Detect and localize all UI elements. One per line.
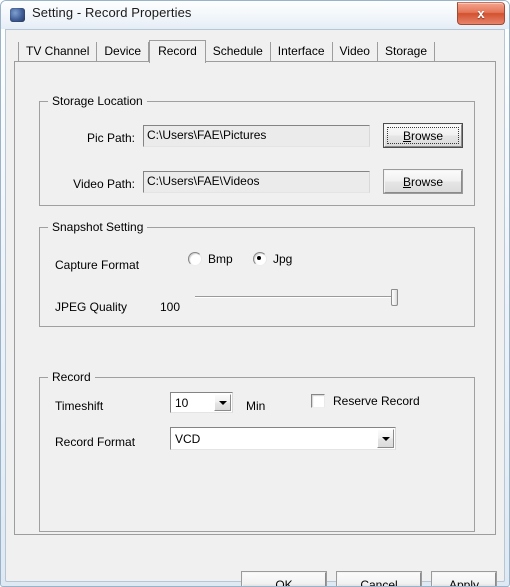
reserve-record-label: Reserve Record <box>333 394 420 408</box>
accel-char: B <box>402 174 411 189</box>
radio-button-icon <box>253 252 267 266</box>
pic-path-label: Pic Path: <box>86 131 135 145</box>
close-icon: x <box>477 6 485 21</box>
video-path-label: Video Path: <box>73 177 135 191</box>
record-format-combo[interactable]: VCD <box>170 427 396 450</box>
jpeg-quality-value: 100 <box>160 300 181 314</box>
dialog-client-area: TV Channel Device Record Schedule Interf… <box>5 29 505 586</box>
cancel-button[interactable]: Cancel <box>337 572 421 587</box>
snapshot-setting-legend: Snapshot Setting <box>48 220 148 234</box>
tab-storage[interactable]: Storage <box>377 42 436 61</box>
record-tab-panel: Storage Location Pic Path: C:\Users\FAE\… <box>14 61 496 535</box>
tab-device[interactable]: Device <box>97 42 150 61</box>
capture-format-label: Capture Format <box>55 258 140 272</box>
settings-dialog-window: Setting - Record Properties x TV Channel… <box>0 0 510 587</box>
title-bar: Setting - Record Properties x <box>1 1 509 29</box>
apply-button[interactable]: Apply <box>432 572 496 587</box>
accel-char: A <box>448 577 457 587</box>
browse-rest: rowse <box>411 128 444 143</box>
checkbox-icon <box>311 394 325 408</box>
timeshift-value: 10 <box>175 395 189 410</box>
slider-track <box>195 296 398 298</box>
cancel-label: Cancel <box>360 577 398 587</box>
record-format-label: Record Format <box>55 435 136 449</box>
jpeg-quality-label: JPEG Quality <box>55 300 128 314</box>
radio-button-icon <box>188 252 202 266</box>
radio-capture-format-jpg[interactable]: Jpg <box>253 252 292 266</box>
tab-strip: TV Channel Device Record Schedule Interf… <box>18 40 436 63</box>
radio-capture-format-bmp[interactable]: Bmp <box>188 252 233 266</box>
storage-location-legend: Storage Location <box>48 94 147 108</box>
ok-button[interactable]: OK <box>242 572 326 587</box>
tab-tv-channel[interactable]: TV Channel <box>18 42 98 61</box>
pic-path-browse-label: Browse <box>385 129 461 143</box>
video-path-input[interactable]: C:\Users\FAE\Videos <box>143 171 370 193</box>
timeshift-label: Timeshift <box>55 399 104 413</box>
radio-label: Bmp <box>208 252 233 266</box>
apply-label: Apply <box>433 578 495 587</box>
tab-label: Storage <box>384 44 428 58</box>
ok-label: OK <box>275 577 293 587</box>
app-icon <box>10 8 25 22</box>
window-title: Setting - Record Properties <box>32 5 192 20</box>
tab-video[interactable]: Video <box>332 42 378 61</box>
close-button[interactable]: x <box>457 2 505 25</box>
tab-label: Device <box>104 44 142 58</box>
slider-thumb[interactable] <box>391 289 398 306</box>
video-path-browse-label: Browse <box>385 175 461 189</box>
tab-label: Interface <box>277 44 325 58</box>
tab-label: TV Channel <box>26 44 90 58</box>
tab-label: Video <box>339 44 370 58</box>
radio-label: Jpg <box>273 252 293 266</box>
accel-char: B <box>402 128 411 143</box>
record-format-value: VCD <box>175 431 201 446</box>
apply-rest: pply <box>457 577 480 587</box>
tab-interface[interactable]: Interface <box>270 42 333 61</box>
tab-schedule[interactable]: Schedule <box>205 42 271 61</box>
pic-path-browse-button[interactable]: Browse <box>384 124 462 147</box>
timeshift-unit-label: Min <box>246 399 266 413</box>
jpeg-quality-slider[interactable] <box>195 289 398 306</box>
tab-label: Record <box>158 44 197 58</box>
video-path-browse-button[interactable]: Browse <box>384 170 462 193</box>
reserve-record-checkbox[interactable]: Reserve Record <box>311 394 420 408</box>
tab-label: Schedule <box>212 44 263 58</box>
tab-record[interactable]: Record <box>149 40 206 63</box>
chevron-down-icon[interactable] <box>377 429 394 448</box>
pic-path-input[interactable]: C:\Users\FAE\Pictures <box>143 125 370 147</box>
timeshift-combo[interactable]: 10 <box>170 392 233 413</box>
chevron-down-icon[interactable] <box>214 394 231 411</box>
browse-rest: rowse <box>411 174 444 189</box>
record-legend: Record <box>48 370 95 384</box>
